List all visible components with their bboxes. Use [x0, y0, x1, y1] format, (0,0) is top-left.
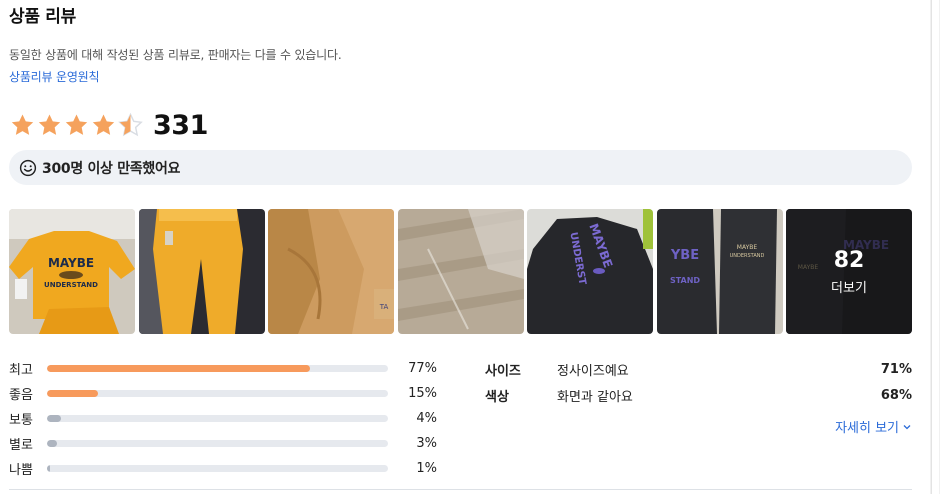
attribute-row-size: 사이즈 정사이즈예요 71%	[485, 356, 912, 382]
review-count: 331	[153, 109, 208, 141]
attribute-name: 사이즈	[485, 363, 521, 379]
svg-text:UNDERSTAND: UNDERSTAND	[44, 281, 98, 289]
star-full-icon	[65, 113, 88, 135]
review-policy-link[interactable]: 상품리뷰 운영원칙	[9, 68, 100, 85]
distribution-fill	[47, 440, 58, 447]
photo-tan-fabric-closeup[interactable]: TA	[268, 209, 394, 334]
attribute-summary: 사이즈 정사이즈예요 71% 색상 화면과 같아요 68%	[485, 356, 912, 408]
distribution-label: 나쁨	[9, 463, 33, 478]
distribution-percent: 4%	[416, 411, 437, 426]
attribute-percent: 68%	[880, 387, 912, 403]
distribution-row: 보통 4%	[9, 406, 437, 431]
distribution-label: 좋음	[9, 388, 33, 403]
attribute-name: 색상	[485, 389, 509, 405]
satisfaction-text: 300명 이상 만족했어요	[42, 160, 181, 177]
star-full-icon	[38, 113, 61, 135]
distribution-bar	[47, 415, 388, 422]
distribution-bar	[47, 440, 388, 447]
rating-distribution: 최고 77% 좋음 15% 보통 4% 별로 3% 나쁨 1%	[9, 356, 437, 481]
section-divider	[9, 489, 912, 490]
svg-text:TA: TA	[379, 303, 389, 311]
distribution-fill	[47, 365, 310, 372]
attribute-percent: 71%	[880, 361, 912, 377]
more-photos-overlay[interactable]: 82 더보기	[786, 209, 912, 334]
product-review-section: 상품 리뷰 동일한 상품에 대해 작성된 상품 리뷰로, 판매자는 다를 수 있…	[9, 0, 912, 494]
distribution-fill	[47, 465, 51, 472]
distribution-bar	[47, 390, 388, 397]
distribution-label: 별로	[9, 438, 33, 453]
star-half-icon	[118, 112, 143, 136]
attribute-value: 화면과 같아요	[557, 389, 633, 405]
more-photos-count: 82	[833, 247, 865, 273]
distribution-fill	[47, 390, 99, 397]
more-photos-label: 더보기	[831, 280, 867, 296]
star-full-icon	[11, 113, 34, 135]
distribution-row: 최고 77%	[9, 356, 437, 381]
satisfaction-banner: 300명 이상 만족했어요	[9, 150, 912, 185]
attribute-value: 정사이즈예요	[557, 363, 629, 379]
svg-text:YBE: YBE	[669, 248, 698, 263]
distribution-row: 좋음 15%	[9, 381, 437, 406]
rating-summary: 331	[9, 108, 208, 142]
svg-text:UNDERSTAND: UNDERSTAND	[729, 253, 764, 259]
distribution-percent: 3%	[416, 436, 437, 451]
smile-icon	[19, 159, 37, 176]
distribution-label: 보통	[9, 413, 33, 428]
distribution-percent: 77%	[408, 361, 437, 376]
view-details-label: 자세히 보기	[835, 421, 899, 436]
photo-black-set-laid-out[interactable]: YBE STAND MAYBE UNDERSTAND	[656, 209, 783, 334]
distribution-row: 나쁨 1%	[9, 456, 437, 481]
svg-text:STAND: STAND	[669, 276, 699, 285]
star-rating	[9, 112, 144, 139]
svg-text:MAYBE: MAYBE	[736, 244, 757, 251]
review-notice: 동일한 상품에 대해 작성된 상품 리뷰로, 판매자는 다를 수 있습니다.	[9, 48, 342, 62]
distribution-row: 별로 3%	[9, 431, 437, 456]
svg-text:MAYBE: MAYBE	[48, 256, 94, 270]
distribution-bar	[47, 465, 388, 472]
chevron-down-icon	[903, 424, 911, 429]
photo-black-hoodie-purple-print[interactable]: MAYBE UNDERST	[527, 209, 653, 334]
scrollbar-thumb[interactable]	[931, 0, 939, 494]
photo-wooden-floor-package[interactable]	[397, 209, 524, 334]
distribution-percent: 15%	[408, 386, 437, 401]
distribution-bar	[47, 365, 388, 372]
section-title: 상품 리뷰	[9, 7, 76, 27]
distribution-label: 최고	[9, 363, 33, 378]
attribute-row-color: 색상 화면과 같아요 68%	[485, 382, 912, 408]
photo-black-set-more[interactable]: MAYBE MAYBE 82 더보기	[786, 209, 912, 334]
star-full-icon	[92, 113, 115, 135]
photo-yellow-sweatshirt-set[interactable]: MAYBE UNDERSTAND	[9, 209, 135, 334]
view-details-link[interactable]: 자세히 보기	[835, 417, 912, 436]
review-photo-strip: MAYBE UNDERSTAND TA MAYBE UNDERST YBE ST…	[9, 209, 912, 334]
distribution-fill	[47, 415, 61, 422]
photo-yellow-sweatpants[interactable]	[138, 209, 265, 334]
distribution-percent: 1%	[416, 461, 437, 476]
